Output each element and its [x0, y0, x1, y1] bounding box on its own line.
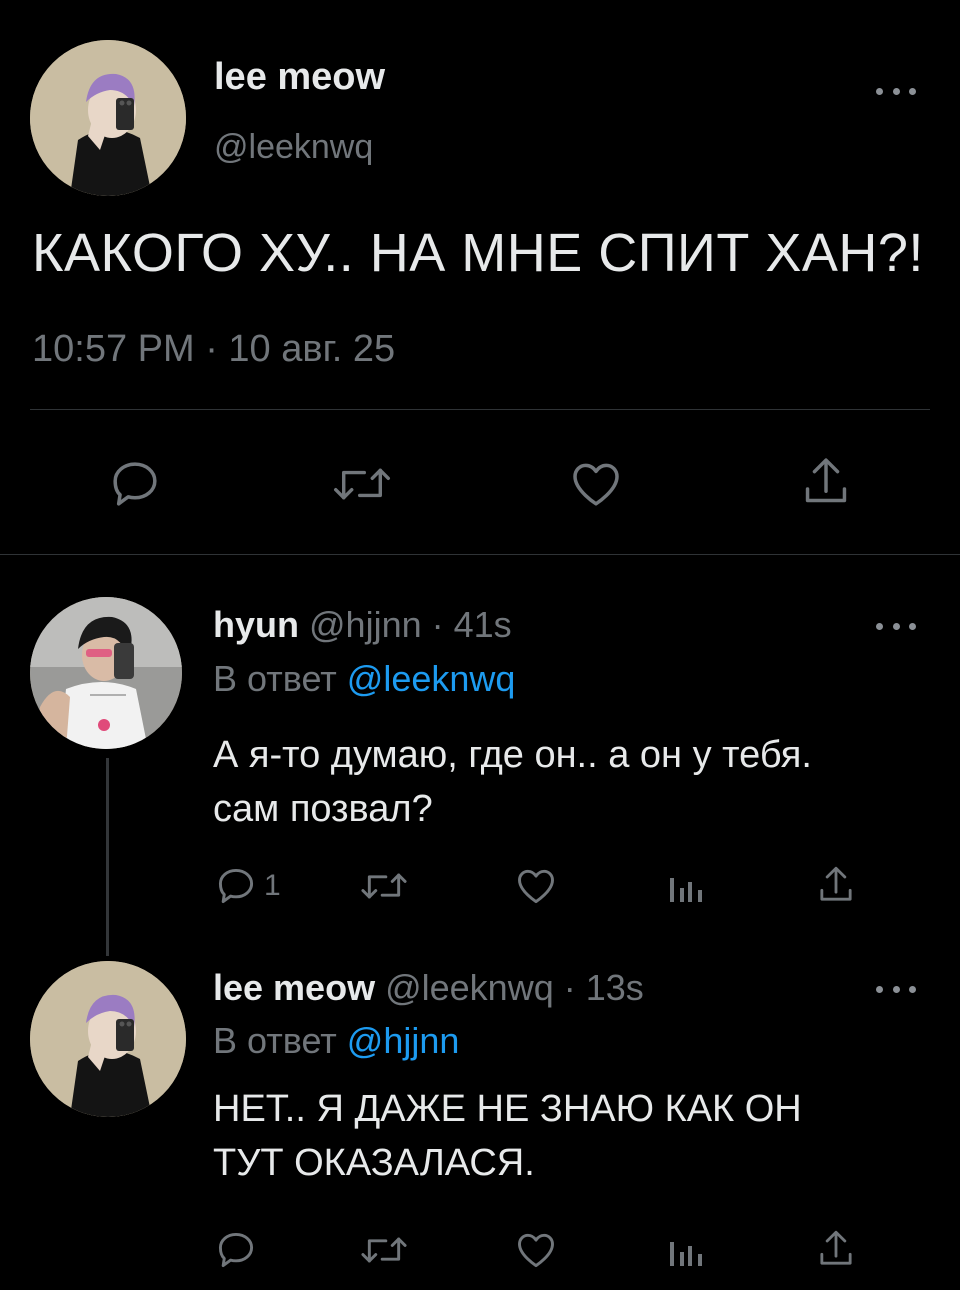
- tweet-timestamp: 10:57 PM · 10 авг. 25: [32, 328, 396, 370]
- reply-text-line: сам позвал?: [213, 788, 433, 830]
- views-icon[interactable]: [666, 1230, 706, 1270]
- like-icon[interactable]: [566, 456, 626, 512]
- avatar[interactable]: [30, 40, 186, 196]
- reply-icon[interactable]: [214, 1228, 264, 1272]
- share-icon[interactable]: [814, 1226, 858, 1272]
- reply-text-line: А я-то думаю, где он.. а он у тебя.: [213, 734, 812, 776]
- more-options-icon[interactable]: [876, 619, 916, 633]
- reply-header: hyun @hjjnn · 41s: [213, 604, 512, 646]
- author-handle[interactable]: @leeknwq: [385, 967, 554, 1008]
- section-divider: [0, 554, 960, 555]
- more-options-icon[interactable]: [876, 84, 916, 98]
- retweet-icon[interactable]: [330, 456, 394, 512]
- reply-count: 1: [264, 869, 281, 902]
- reply-prefix: В ответ: [213, 1020, 337, 1061]
- share-icon[interactable]: [814, 862, 858, 908]
- reply-time: · 41s: [431, 604, 512, 645]
- divider: [30, 409, 930, 410]
- reply-time: · 13s: [563, 967, 644, 1008]
- retweet-icon[interactable]: [358, 864, 410, 908]
- more-options-icon[interactable]: [876, 982, 916, 996]
- reply-text: НЕТ.. Я ДАЖЕ НЕ ЗНАЮ КАК ОН ТУТ ОКАЗАЛАС…: [213, 1082, 802, 1190]
- thread-line: [106, 758, 109, 956]
- retweet-icon[interactable]: [358, 1228, 410, 1272]
- reply-to-line: В ответ @hjjnn: [213, 1020, 459, 1062]
- author-name[interactable]: lee meow: [214, 56, 385, 99]
- like-icon[interactable]: [512, 1228, 560, 1272]
- tweet-text: КАКОГО ХУ.. НА МНЕ СПИТ ХАН?!: [32, 223, 924, 283]
- author-name[interactable]: hyun: [213, 604, 299, 645]
- author-name[interactable]: lee meow: [213, 967, 375, 1008]
- reply-icon[interactable]: [107, 456, 163, 512]
- avatar[interactable]: [30, 961, 186, 1117]
- like-icon[interactable]: [512, 864, 560, 908]
- reply-to-link[interactable]: @hjjnn: [347, 1020, 460, 1061]
- author-handle[interactable]: @leeknwq: [214, 128, 373, 167]
- share-icon[interactable]: [798, 452, 854, 512]
- reply-to-line: В ответ @leeknwq: [213, 658, 515, 700]
- views-icon[interactable]: [666, 866, 706, 906]
- reply-icon[interactable]: 1: [214, 864, 281, 908]
- reply-header: lee meow @leeknwq · 13s: [213, 967, 644, 1009]
- reply-to-link[interactable]: @leeknwq: [347, 658, 516, 699]
- author-handle[interactable]: @hjjnn: [309, 604, 422, 645]
- reply-text-line: ТУТ ОКАЗАЛАСЯ.: [213, 1142, 535, 1184]
- reply-text-line: НЕТ.. Я ДАЖЕ НЕ ЗНАЮ КАК ОН: [213, 1088, 802, 1130]
- avatar[interactable]: [30, 597, 182, 749]
- reply-prefix: В ответ: [213, 658, 337, 699]
- reply-text: А я-то думаю, где он.. а он у тебя. сам …: [213, 728, 812, 836]
